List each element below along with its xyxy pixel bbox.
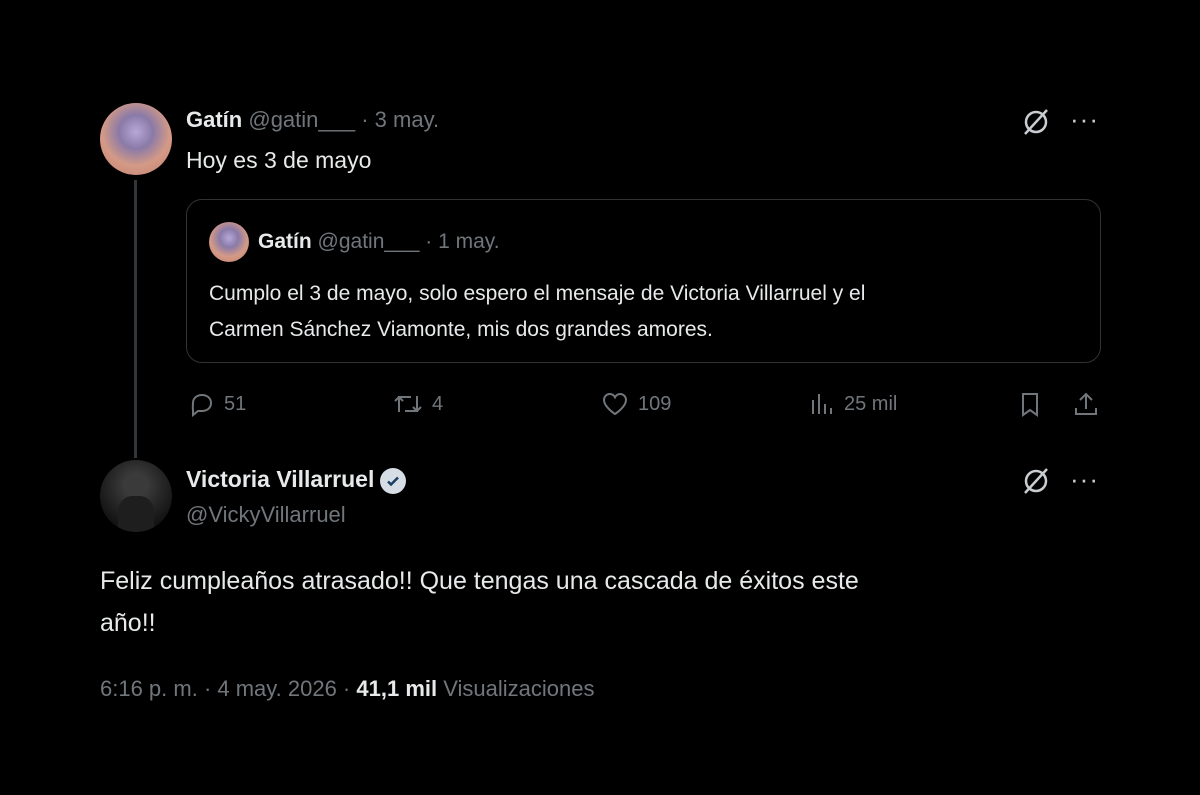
tweet-text: Hoy es 3 de mayo [186, 147, 372, 173]
grok-icon [1024, 468, 1048, 494]
reply-button[interactable]: 51 [188, 390, 246, 418]
avatar-figure-body [118, 496, 154, 532]
grok-button[interactable] [1021, 466, 1051, 501]
retweet-button[interactable]: 4 [392, 390, 443, 418]
more-icon: ··· [1070, 104, 1099, 134]
tweet-text-line-2: año!! [100, 609, 156, 637]
thread-connector-line [134, 180, 137, 458]
bookmark-icon [1022, 393, 1038, 417]
like-count: 109 [638, 392, 672, 415]
verified-badge-icon [380, 467, 407, 494]
avatar-gatin[interactable] [100, 103, 172, 175]
tweet-view-count: 41,1 mil [356, 676, 438, 701]
quote-date: · 1 may. [425, 230, 500, 253]
more-icon: ··· [1070, 464, 1099, 494]
tweet-date[interactable]: · 3 may. [361, 107, 439, 132]
avatar-victoria[interactable] [100, 460, 172, 532]
tweet-views-label: Visualizaciones [443, 676, 595, 701]
more-options-button[interactable]: ··· [1070, 104, 1099, 135]
tweet-author-handle[interactable]: @gatin___ [248, 107, 355, 132]
retweet-count: 4 [432, 392, 444, 415]
quoted-tweet[interactable]: Gatín @gatin___ · 1 may. Cumplo el 3 de … [186, 199, 1101, 363]
grok-button[interactable] [1021, 107, 1051, 142]
quote-text-line-2: Carmen Sánchez Viamonte, mis dos grandes… [209, 318, 713, 341]
views-icon [812, 394, 832, 414]
heart-icon [602, 392, 628, 416]
tweet-author-name[interactable]: Victoria Villarruel [186, 466, 374, 492]
avatar-figure-head [126, 474, 146, 498]
grok-icon [1024, 109, 1048, 135]
quote-text-line-1: Cumplo el 3 de mayo, solo espero el mens… [209, 282, 866, 305]
tweet-timestamp[interactable]: 6:16 p. m. · 4 may. 2026 · [100, 676, 350, 701]
bookmark-button[interactable] [1016, 390, 1044, 418]
reply-count: 51 [224, 392, 247, 415]
tweet-author-name[interactable]: Gatín [186, 107, 242, 132]
like-button[interactable]: 109 [600, 390, 671, 418]
avatar-gatin-quote [209, 222, 249, 262]
views-count: 25 mil [844, 392, 898, 415]
tweet-text-line-1: Feliz cumpleaños atrasado!! Que tengas u… [100, 567, 859, 595]
retweet-icon [394, 395, 422, 413]
share-button[interactable] [1072, 390, 1100, 418]
tweet-author-handle[interactable]: @VickyVillarruel [186, 502, 346, 528]
more-options-button[interactable]: ··· [1070, 464, 1099, 495]
reply-icon [191, 393, 213, 418]
share-icon [1075, 392, 1097, 415]
quote-author-handle: @gatin___ [317, 230, 420, 253]
quote-author-name: Gatín [258, 230, 312, 253]
views-button[interactable]: 25 mil [808, 390, 897, 418]
